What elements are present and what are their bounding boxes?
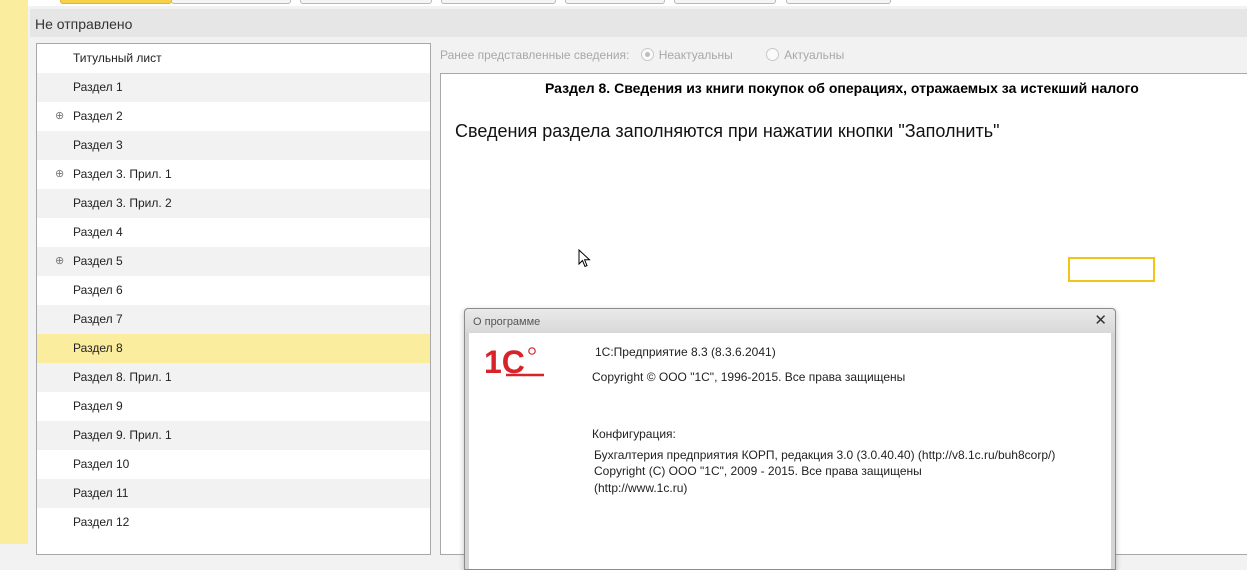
nav-item-label: Раздел 4 [73, 225, 123, 239]
fill-hint-message: Сведения раздела заполняются при нажатии… [455, 121, 1000, 141]
nav-item-label: Раздел 9. Прил. 1 [73, 428, 172, 442]
configuration-label: Конфигурация: [592, 427, 676, 441]
nav-item-label: Раздел 6 [73, 283, 123, 297]
nav-item[interactable]: Титульный лист [37, 44, 430, 73]
radio-checked-icon[interactable] [640, 48, 654, 61]
nav-item-label: Раздел 8 [73, 341, 123, 355]
nav-item[interactable]: Раздел 6 [37, 276, 430, 305]
nav-item[interactable]: Раздел 3 [37, 131, 430, 160]
radio-actual-label: Актуальны [784, 48, 845, 62]
nav-item-label: Раздел 5 [73, 254, 123, 268]
nav-item[interactable]: Раздел 4 [37, 218, 430, 247]
status-bar: Не отправлено [30, 9, 1247, 37]
toolbar-button[interactable] [674, 0, 776, 4]
product-version: 1С:Предприятие 8.3 (8.3.6.2041) [595, 345, 776, 359]
nav-item-label: Раздел 3. Прил. 2 [73, 196, 172, 210]
toolbar-button[interactable] [441, 0, 556, 4]
configuration-name: Бухгалтерия предприятия КОРП, редакция 3… [594, 448, 1056, 462]
nav-item[interactable]: Раздел 12 [37, 508, 430, 537]
document-input-field[interactable] [1068, 257, 1155, 282]
nav-item[interactable]: ⊕ Раздел 2 [37, 102, 430, 131]
expand-icon[interactable]: ⊕ [55, 102, 64, 131]
nav-item-label: Раздел 3. Прил. 1 [73, 167, 172, 181]
nav-item[interactable]: Раздел 7 [37, 305, 430, 334]
dialog-body: 1С 1С:Предприятие 8.3 (8.3.6.2041) Copyr… [469, 333, 1111, 569]
configuration-url: (http://www.1c.ru) [594, 481, 688, 495]
nav-item-label: Раздел 7 [73, 312, 123, 326]
toolbar-button-primary[interactable] [60, 0, 172, 4]
nav-item[interactable]: Раздел 11 [37, 479, 430, 508]
close-icon[interactable]: ✕ [1094, 312, 1107, 330]
radio-outdated-label: Неактуальны [658, 48, 733, 62]
nav-item-label: Раздел 9 [73, 399, 123, 413]
dialog-titlebar[interactable]: О программе ✕ [465, 309, 1115, 333]
submission-status: Не отправлено [35, 16, 133, 32]
radio-unchecked-icon[interactable] [766, 48, 780, 61]
nav-item[interactable]: Раздел 9. Прил. 1 [37, 421, 430, 450]
nav-item-label: Раздел 1 [73, 80, 123, 94]
nav-item-label: Раздел 11 [73, 486, 129, 500]
1c-logo-icon: 1С [484, 345, 544, 379]
expand-icon[interactable]: ⊕ [55, 247, 64, 276]
nav-item[interactable]: Раздел 3. Прил. 2 [37, 189, 430, 218]
nav-item[interactable]: Раздел 9 [37, 392, 430, 421]
radio-option-outdated[interactable]: Неактуальны [640, 48, 736, 62]
nav-item-label: Раздел 10 [73, 457, 130, 471]
section-list: Титульный лист Раздел 1 ⊕ Раздел 2 Раздел 3 ⊕… [36, 43, 431, 555]
toolbar-button[interactable] [565, 0, 665, 4]
section-title: Раздел 8. Сведения из книги покупок об о… [545, 80, 1139, 96]
mouse-cursor-icon [578, 249, 591, 268]
nav-item-label: Раздел 3 [73, 138, 123, 152]
nav-item-label: Титульный лист [73, 51, 162, 65]
nav-item[interactable]: Раздел 8. Прил. 1 [37, 363, 430, 392]
nav-item[interactable]: Раздел 1 [37, 73, 430, 102]
previous-info-label: Ранее представленные сведения: [440, 48, 630, 62]
product-copyright: Copyright © ООО "1С", 1996-2015. Все пра… [592, 370, 906, 384]
radio-option-actual[interactable]: Актуальны [766, 48, 844, 62]
nav-item[interactable]: Раздел 10 [37, 450, 430, 479]
dialog-title: О программе [473, 316, 541, 328]
nav-item-label: Раздел 12 [73, 515, 130, 529]
previous-info-selector: Ранее представленные сведения: Неактуаль… [440, 47, 844, 63]
left-accent-stripe [0, 0, 28, 544]
top-toolbar [28, 0, 1247, 6]
about-dialog: О программе ✕ 1С 1С:Предприятие 8.3 (8.3… [464, 308, 1116, 570]
toolbar-button[interactable] [300, 0, 432, 4]
expand-icon[interactable]: ⊕ [55, 160, 64, 189]
nav-item-label: Раздел 8. Прил. 1 [73, 370, 172, 384]
nav-item[interactable]: ⊕ Раздел 5 [37, 247, 430, 276]
configuration-copyright: Copyright (C) ООО "1С", 2009 - 2015. Все… [594, 464, 922, 478]
toolbar-button[interactable] [171, 0, 291, 4]
nav-item[interactable]: Раздел 8 [37, 334, 430, 363]
nav-item[interactable]: ⊕ Раздел 3. Прил. 1 [37, 160, 430, 189]
toolbar-button[interactable] [786, 0, 891, 4]
nav-item-label: Раздел 2 [73, 109, 123, 123]
